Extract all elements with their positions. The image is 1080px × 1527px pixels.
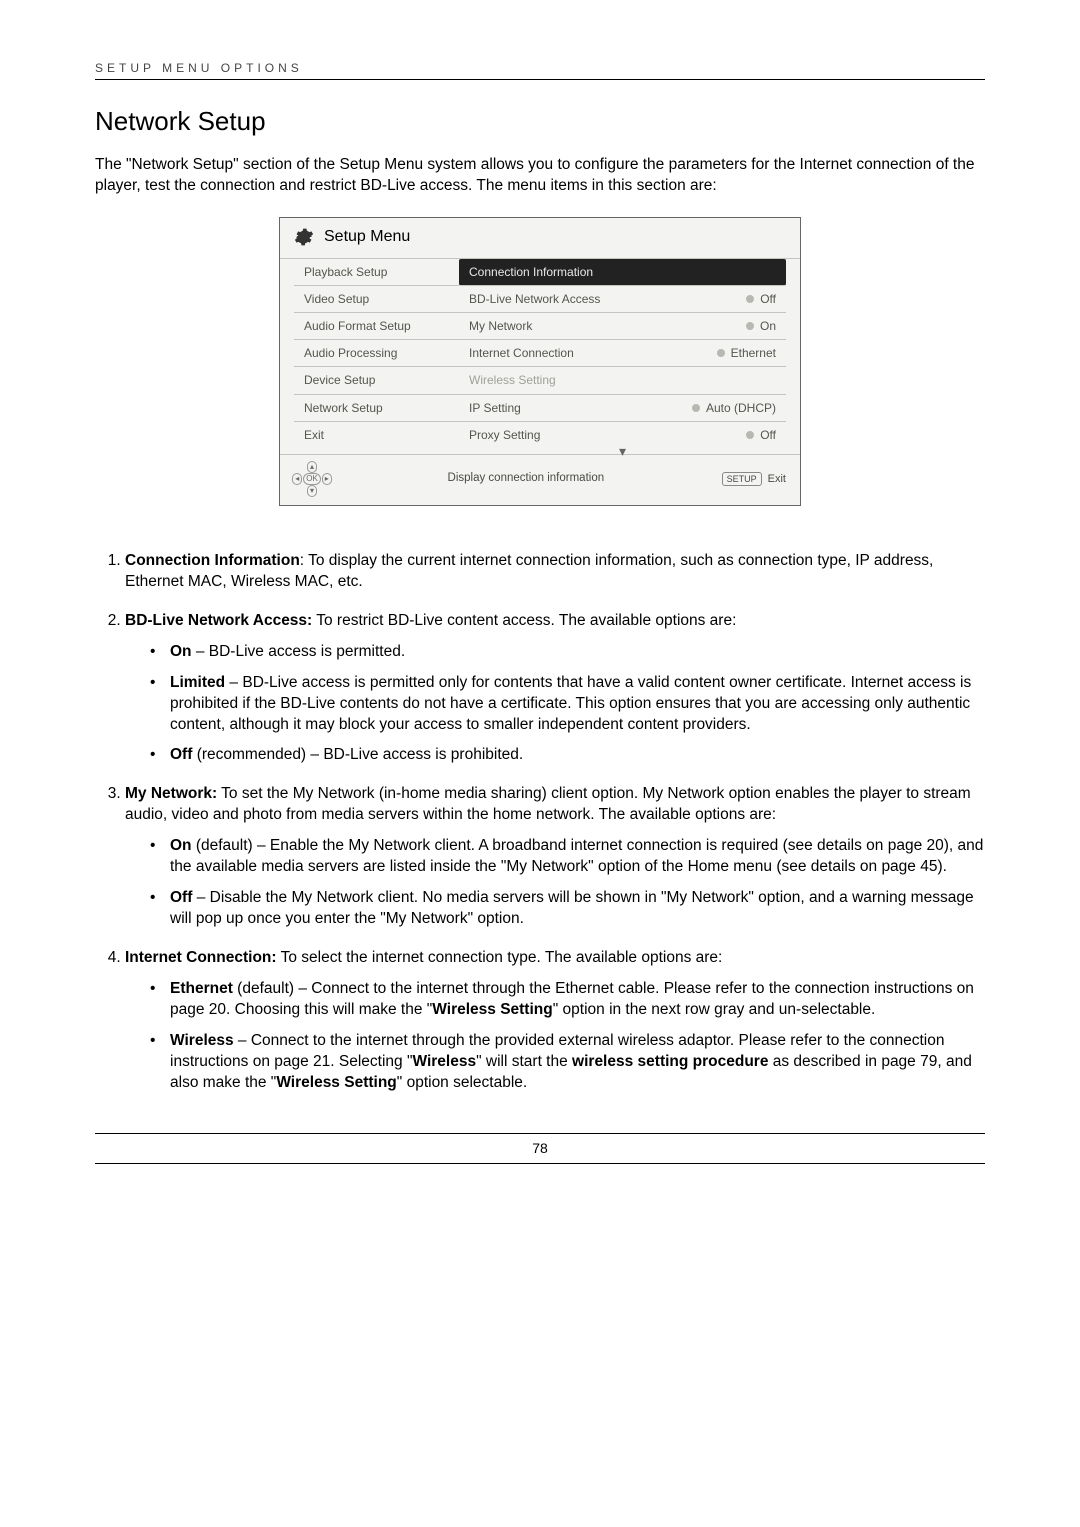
menu-left-item[interactable]: Network Setup (294, 395, 459, 422)
option-description: To set the My Network (in-home media sha… (125, 785, 971, 823)
row-label: Proxy Setting (469, 427, 746, 443)
option-description: To restrict BD-Live content access. The … (312, 612, 736, 629)
value-dot-icon (746, 431, 754, 439)
list-item: BD-Live Network Access: To restrict BD-L… (125, 611, 985, 767)
option-name: Internet Connection: (125, 949, 277, 966)
menu-right-row[interactable]: BD-Live Network Access Off (459, 286, 786, 313)
page-number: 78 (95, 1133, 985, 1164)
sub-item: Off – Disable the My Network client. No … (170, 888, 985, 930)
option-name: BD-Live Network Access: (125, 612, 312, 629)
list-item: Connection Information: To display the c… (125, 551, 985, 593)
row-label: IP Setting (469, 400, 692, 416)
setup-menu-header: Setup Menu (280, 218, 800, 258)
value-dot-icon (717, 349, 725, 357)
dpad-icon: ▴ ◂OK▸ ▾ (294, 461, 330, 497)
menu-left-item[interactable]: Video Setup (294, 286, 459, 313)
row-value: Off (760, 291, 776, 307)
menu-left-item[interactable]: Audio Processing (294, 340, 459, 367)
option-name: Connection Information (125, 552, 300, 569)
sub-item: Limited – BD-Live access is permitted on… (170, 673, 985, 736)
row-label: Connection Information (469, 264, 776, 280)
row-value: Ethernet (731, 345, 776, 361)
menu-right-row-disabled: Wireless Setting (459, 367, 786, 394)
value-dot-icon (692, 404, 700, 412)
menu-right-row[interactable]: Internet Connection Ethernet (459, 340, 786, 367)
value-dot-icon (746, 295, 754, 303)
sub-item: Off (recommended) – BD-Live access is pr… (170, 745, 985, 766)
row-label: Wireless Setting (469, 372, 776, 388)
option-name: My Network: (125, 785, 217, 802)
menu-left-item[interactable]: Playback Setup (294, 259, 459, 286)
list-item: My Network: To set the My Network (in-ho… (125, 784, 985, 930)
sub-item: Ethernet (default) – Connect to the inte… (170, 979, 985, 1021)
row-value: On (760, 318, 776, 334)
menu-right-row[interactable]: Connection Information (459, 259, 786, 286)
footer-exit-text: Exit (768, 472, 786, 487)
intro-text: The "Network Setup" section of the Setup… (95, 155, 985, 197)
setup-menu-screenshot: Setup Menu Playback Setup Video Setup Au… (279, 217, 801, 506)
scroll-down-icon: ▾ (459, 446, 786, 456)
menu-left-item-exit[interactable]: Exit (294, 422, 459, 448)
sub-item: Wireless – Connect to the internet throu… (170, 1031, 985, 1094)
row-label: Internet Connection (469, 345, 717, 361)
menu-right-row[interactable]: My Network On (459, 313, 786, 340)
menu-right-row[interactable]: IP Setting Auto (DHCP) (459, 395, 786, 422)
row-label: BD-Live Network Access (469, 291, 746, 307)
sub-item: On (default) – Enable the My Network cli… (170, 836, 985, 878)
value-dot-icon (746, 322, 754, 330)
menu-left-item[interactable]: Audio Format Setup (294, 313, 459, 340)
footer-help-text: Display connection information (410, 471, 642, 487)
setup-menu-right-column: Connection Information BD-Live Network A… (459, 259, 786, 454)
row-label: My Network (469, 318, 746, 334)
row-value: Off (760, 427, 776, 443)
setup-menu-left-column: Playback Setup Video Setup Audio Format … (294, 259, 459, 454)
row-value: Auto (DHCP) (706, 400, 776, 416)
gear-icon (294, 227, 314, 247)
main-options-list: Connection Information: To display the c… (95, 551, 985, 1093)
page-title: Network Setup (95, 104, 985, 139)
setup-badge: SETUP (722, 472, 762, 486)
sub-item: On – BD-Live access is permitted. (170, 642, 985, 663)
menu-left-item[interactable]: Device Setup (294, 367, 459, 394)
option-description: To select the internet connection type. … (277, 949, 723, 966)
setup-menu-title: Setup Menu (324, 226, 410, 248)
running-header: SETUP MENU OPTIONS (95, 60, 985, 80)
list-item: Internet Connection: To select the inter… (125, 948, 985, 1094)
